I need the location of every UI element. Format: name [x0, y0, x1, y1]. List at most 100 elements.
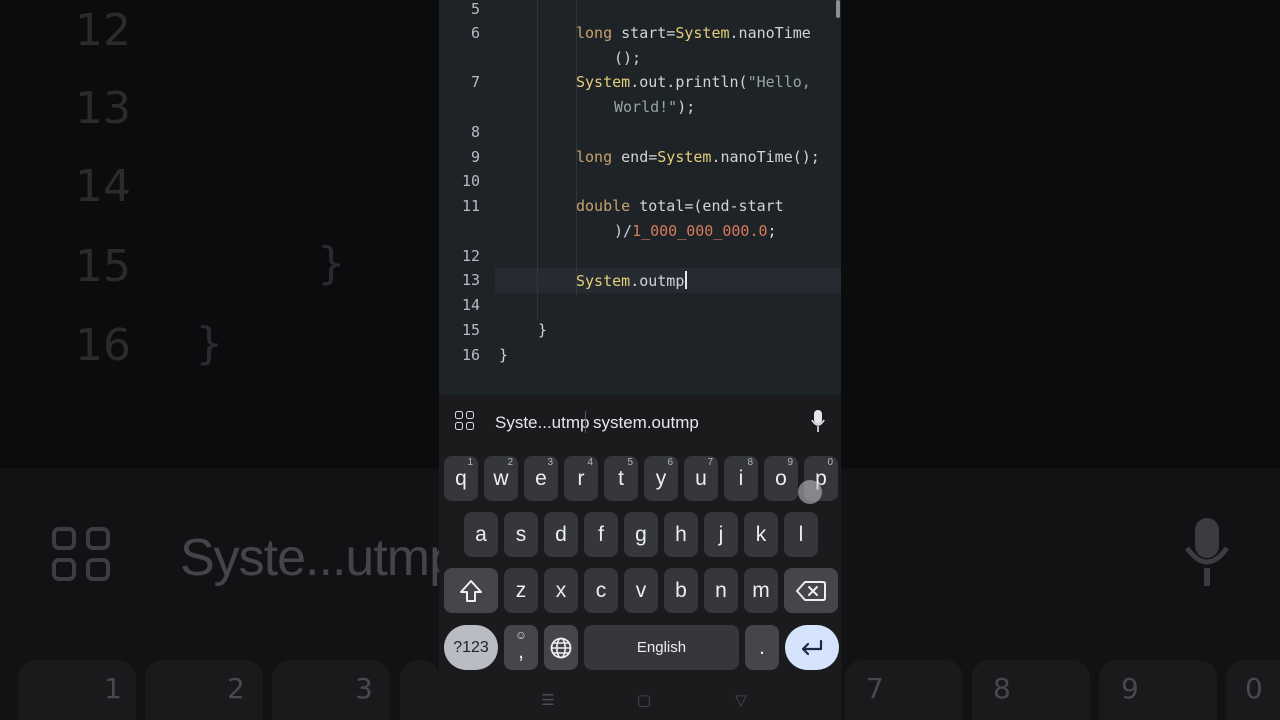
key-label: z	[515, 579, 527, 602]
editor-scrollbar[interactable]	[836, 0, 840, 18]
code-text: System.out.println("Hello,	[576, 73, 811, 91]
line-number: 6	[470, 24, 480, 42]
key-label: l	[798, 523, 804, 546]
key-label: y	[655, 467, 667, 490]
recents-icon[interactable]: ☰	[536, 691, 560, 709]
microphone-icon[interactable]	[811, 410, 825, 434]
soft-keyboard: Syste...utmp system.outmp q1w2e3r4t5y6u7…	[439, 395, 841, 720]
code-text: long end=System.nanoTime();	[576, 148, 820, 166]
key-d[interactable]: d	[544, 512, 578, 557]
key-number-hint: 0	[827, 457, 833, 468]
key-label: f	[598, 523, 604, 546]
key-label: v	[635, 579, 647, 602]
key-number-hint: 1	[467, 457, 473, 468]
code-text-wrap: World!");	[614, 98, 696, 116]
home-icon[interactable]: ▢	[632, 691, 656, 709]
shift-icon	[460, 580, 482, 602]
key-f[interactable]: f	[584, 512, 618, 557]
key-number-hint: 6	[667, 457, 673, 468]
enter-icon	[801, 639, 823, 656]
line-number: 13	[461, 271, 480, 289]
indent-guide	[537, 0, 538, 320]
globe-icon	[550, 637, 572, 659]
suggestion-strip: Syste...utmp system.outmp	[439, 395, 841, 450]
key-l[interactable]: l	[784, 512, 818, 557]
key-label: w	[493, 467, 509, 490]
key-j[interactable]: j	[704, 512, 738, 557]
key-k[interactable]: k	[744, 512, 778, 557]
comma-label: ,	[518, 640, 524, 663]
key-label: c	[595, 579, 607, 602]
key-label: a	[475, 523, 487, 546]
key-label: s	[515, 523, 527, 546]
key-s[interactable]: s	[504, 512, 538, 557]
emoji-comma-key[interactable]: ☺ ,	[504, 625, 538, 670]
apps-grid-icon[interactable]	[455, 411, 475, 431]
key-label: g	[635, 523, 647, 546]
key-x[interactable]: x	[544, 568, 578, 613]
key-number-hint: 5	[627, 457, 633, 468]
key-a[interactable]: a	[464, 512, 498, 557]
suggestion-2[interactable]: system.outmp	[593, 413, 699, 433]
key-w[interactable]: w2	[484, 456, 518, 501]
code-text-wrap: ();	[614, 49, 642, 67]
line-number: 16	[461, 346, 480, 364]
code-text-wrap: )/1_000_000_000.0;	[614, 222, 777, 240]
space-bar[interactable]: English	[584, 625, 739, 670]
code-text: double total=(end-start	[576, 197, 784, 215]
back-icon[interactable]: ▽	[729, 691, 753, 709]
line-number: 11	[461, 197, 480, 215]
code-text: System.outmp	[576, 272, 685, 290]
key-i[interactable]: i8	[724, 456, 758, 501]
code-text: }	[538, 321, 548, 339]
key-g[interactable]: g	[624, 512, 658, 557]
key-e[interactable]: e3	[524, 456, 558, 501]
key-number-hint: 9	[787, 457, 793, 468]
key-label: n	[715, 579, 727, 602]
key-z[interactable]: z	[504, 568, 538, 613]
enter-key[interactable]	[785, 625, 839, 670]
key-label: r	[577, 467, 585, 490]
code-editor[interactable]: 5 6 long start=System.nanoTime (); 7 Sys…	[439, 0, 841, 395]
period-key[interactable]: .	[745, 625, 779, 670]
key-o[interactable]: o9	[764, 456, 798, 501]
key-t[interactable]: t5	[604, 456, 638, 501]
key-q[interactable]: q1	[444, 456, 478, 501]
line-number: 5	[470, 0, 480, 18]
key-label: j	[718, 523, 724, 546]
key-number-hint: 8	[747, 457, 753, 468]
key-label: e	[535, 467, 547, 490]
line-number: 12	[461, 247, 480, 265]
key-label: x	[555, 579, 567, 602]
line-number: 8	[470, 123, 480, 141]
backspace-icon	[796, 581, 826, 601]
key-label: u	[695, 467, 707, 490]
key-h[interactable]: h	[664, 512, 698, 557]
line-number: 9	[470, 148, 480, 166]
line-number: 7	[470, 73, 480, 91]
key-label: d	[555, 523, 567, 546]
backspace-key[interactable]	[784, 568, 838, 613]
line-number: 15	[461, 321, 480, 339]
key-label: i	[738, 467, 744, 490]
key-m[interactable]: m	[744, 568, 778, 613]
key-n[interactable]: n	[704, 568, 738, 613]
key-u[interactable]: u7	[684, 456, 718, 501]
code-text: }	[499, 346, 509, 364]
key-label: q	[455, 467, 467, 490]
symbols-key[interactable]: ?123	[444, 625, 498, 670]
key-label: m	[752, 579, 770, 602]
key-b[interactable]: b	[664, 568, 698, 613]
phone-screen: 5 6 long start=System.nanoTime (); 7 Sys…	[439, 0, 841, 720]
suggestion-divider	[585, 411, 586, 433]
navigation-bar: ☰ ▢ ▽	[439, 685, 841, 720]
key-number-hint: 7	[707, 457, 713, 468]
shift-key[interactable]	[444, 568, 498, 613]
key-y[interactable]: y6	[644, 456, 678, 501]
key-v[interactable]: v	[624, 568, 658, 613]
language-key[interactable]	[544, 625, 578, 670]
key-r[interactable]: r4	[564, 456, 598, 501]
suggestion-1[interactable]: Syste...utmp	[495, 413, 589, 433]
key-c[interactable]: c	[584, 568, 618, 613]
text-cursor	[685, 271, 687, 289]
